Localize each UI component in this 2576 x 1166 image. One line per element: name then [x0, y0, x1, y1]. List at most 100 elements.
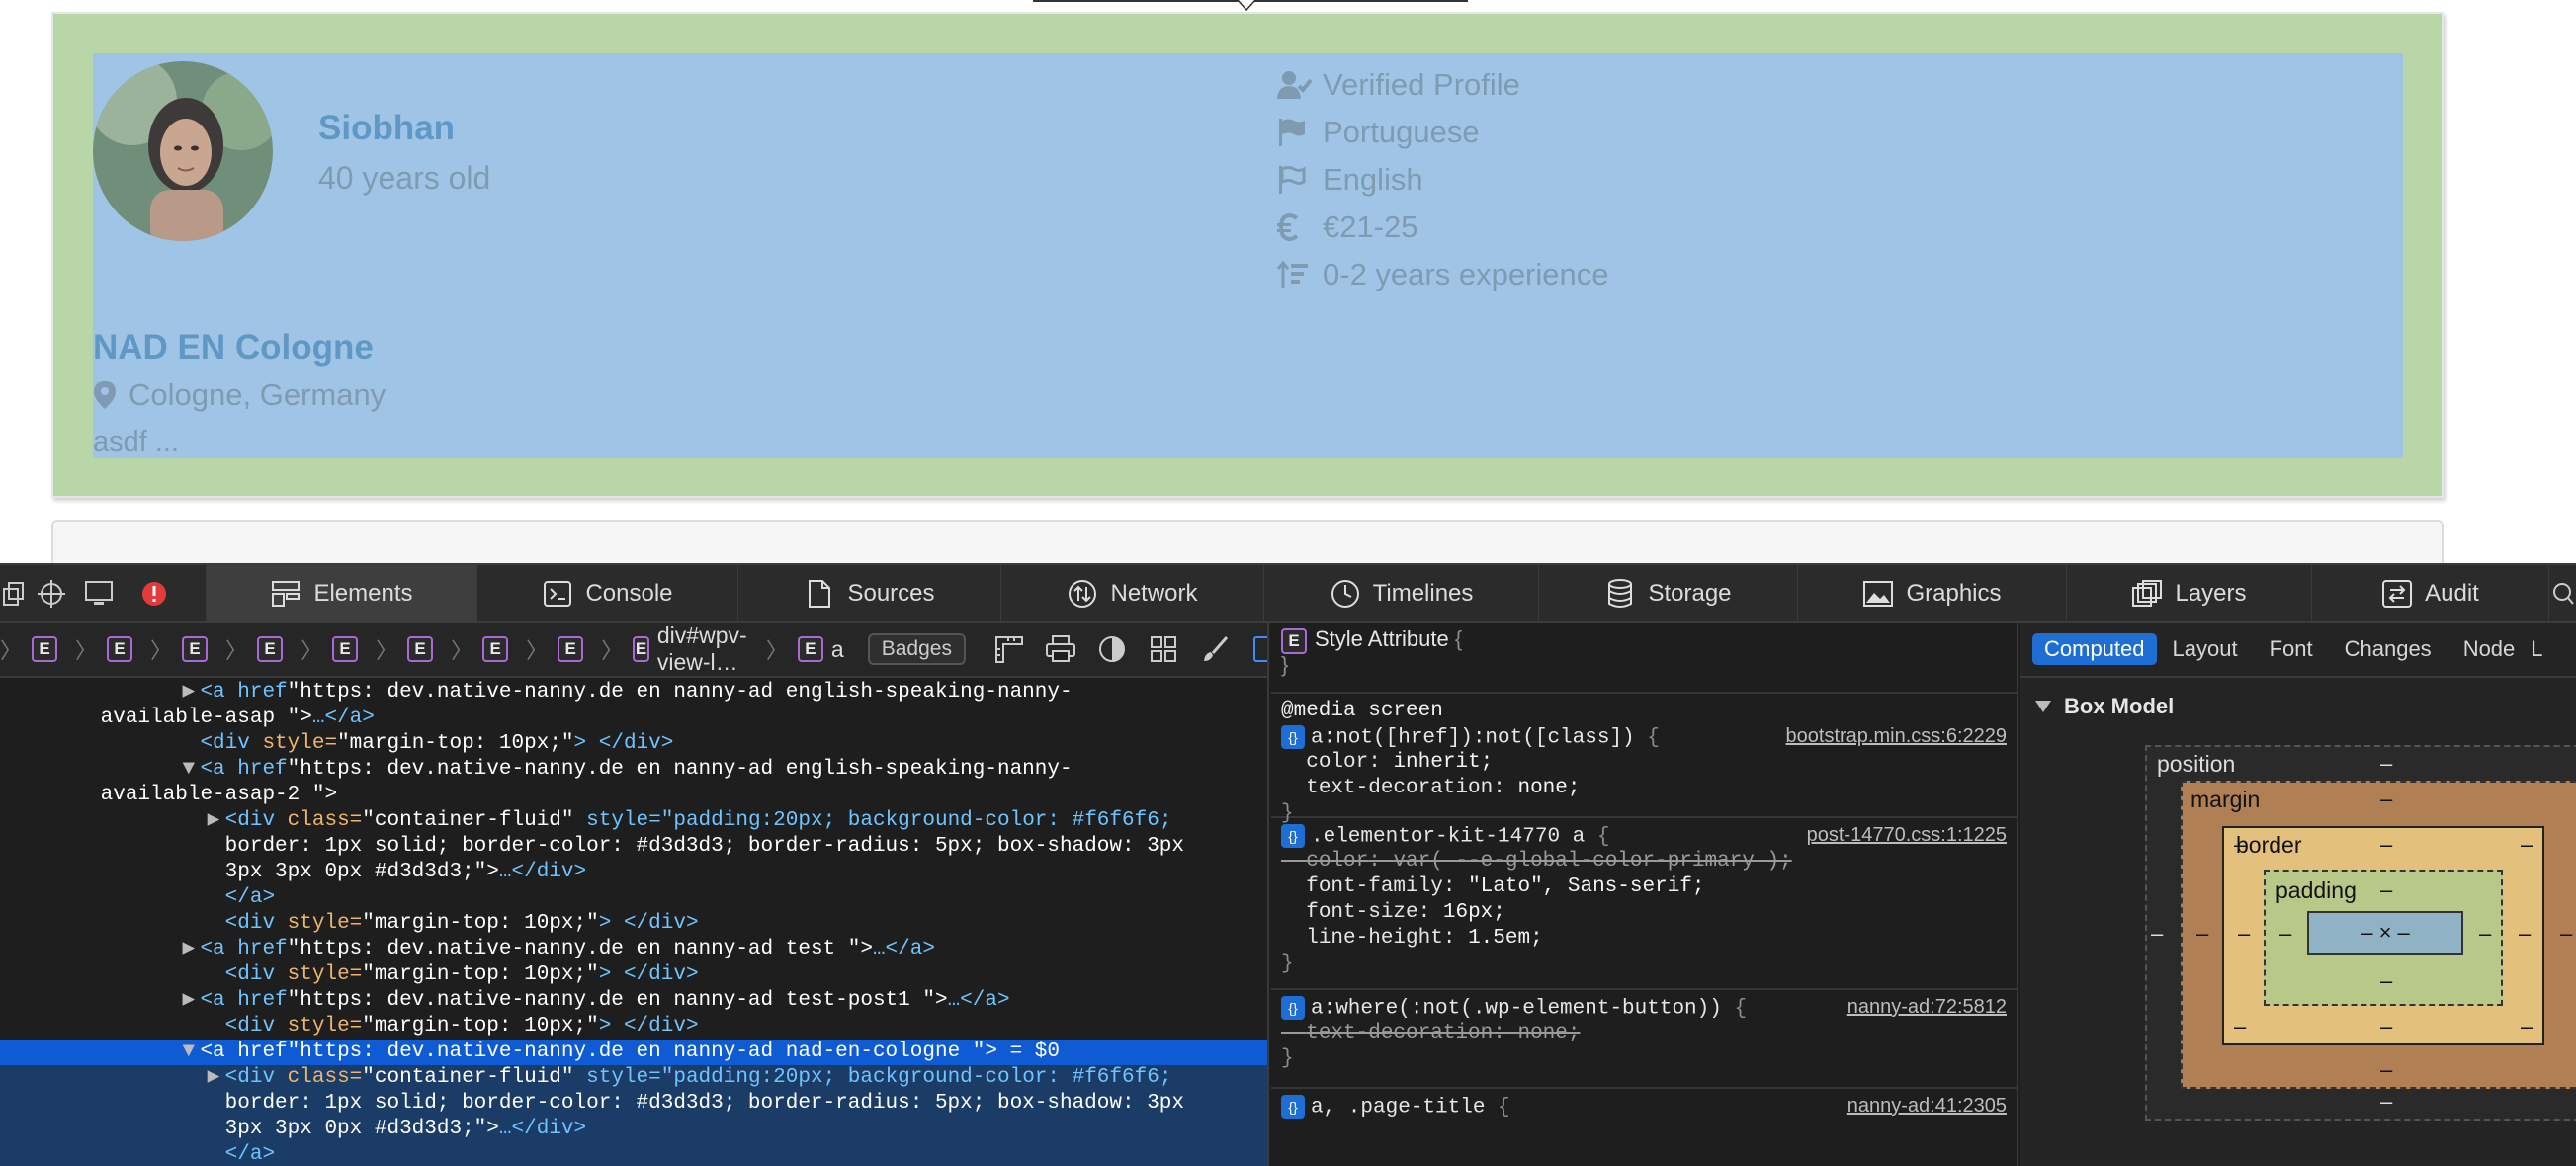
- dom-node-line[interactable]: border: 1px solid; border-color: #d3d3d3…: [0, 1091, 1267, 1117]
- search-icon[interactable]: [2548, 565, 2576, 623]
- disclosure-triangle-icon[interactable]: ▶: [182, 680, 200, 706]
- dom-val: "margin-top: 10px;": [362, 963, 599, 986]
- nanny-name[interactable]: Siobhan: [318, 109, 455, 148]
- tab-timelines[interactable]: Timelines: [1263, 565, 1538, 623]
- breadcrumb-item[interactable]: 〉 E: [301, 633, 366, 665]
- disclosure-triangle-icon[interactable]: ▶: [208, 808, 225, 834]
- tab-console[interactable]: Console: [476, 565, 737, 623]
- grid-overlay-icon[interactable]: [1138, 631, 1189, 667]
- breadcrumb-item[interactable]: 〉 E: [0, 633, 65, 665]
- breadcrumb-item[interactable]: 〉 E: [451, 633, 516, 665]
- dom-node-line[interactable]: ▼ <a href"https: dev.native-nanny.de en n…: [0, 757, 1267, 783]
- breadcrumb-item[interactable]: 〉 E: [150, 633, 215, 665]
- dom-tag: <div: [224, 1066, 288, 1089]
- rule-selector: a:not([href]):not([class]): [1311, 726, 1635, 750]
- breadcrumb-item[interactable]: 〉 E: [75, 633, 140, 665]
- dom-node-line[interactable]: <div style="margin-top: 10px;"> </div>: [0, 962, 1267, 988]
- verified-user-icon: [1277, 68, 1323, 102]
- rulers-icon[interactable]: [984, 631, 1035, 667]
- element-picker-icon[interactable]: [28, 577, 75, 611]
- breadcrumb-item[interactable]: 〉 E: [225, 633, 291, 665]
- fact-experience: 0-2 years experience: [1277, 251, 1609, 298]
- breadcrumb-item[interactable]: 〉 E: [376, 633, 441, 665]
- css-rule[interactable]: {} .elementor-kit-14770 a {post-14770.css…: [1271, 820, 2017, 990]
- disclosure-triangle-icon[interactable]: ▶: [208, 1065, 225, 1091]
- dom-node-line[interactable]: <div style="margin-top: 10px;"> </div>: [0, 731, 1267, 757]
- sources-tab-icon: [804, 579, 835, 609]
- subtab-computed[interactable]: Computed: [2032, 633, 2157, 665]
- paintbrush-icon[interactable]: [1189, 631, 1241, 667]
- dom-node-line[interactable]: <div style="margin-top: 10px;"> </div>: [0, 1014, 1267, 1040]
- subtab-layout[interactable]: Layout: [2157, 636, 2254, 662]
- disclosure-triangle-icon[interactable]: ▼: [182, 1040, 200, 1065]
- print-icon[interactable]: [1035, 631, 1086, 667]
- dom-node-line[interactable]: available-asap ">…</a>: [0, 706, 1267, 731]
- subtab-node[interactable]: Node: [2447, 636, 2532, 662]
- fact-label: English: [1323, 162, 1423, 197]
- css-rule[interactable]: {} a:where(:not(.wp-element-button)) {nan…: [1271, 992, 2017, 1089]
- box-content[interactable]: – × –: [2307, 911, 2463, 955]
- disclosure-triangle-icon[interactable]: ▶: [182, 988, 200, 1014]
- nanny-ad-card-highlight[interactable]: Siobhan 40 years old Verified Profile Po…: [51, 12, 2444, 498]
- appearance-icon[interactable]: [1086, 631, 1138, 667]
- inspector-toolbar: [0, 577, 178, 611]
- disclosure-triangle-icon[interactable]: ▼: [182, 757, 200, 783]
- dom-node-line[interactable]: ▶ <a href"https: dev.native-nanny.de en n…: [0, 988, 1267, 1014]
- tab-audit[interactable]: Audit: [2311, 565, 2548, 623]
- dom-node-line[interactable]: </a>: [0, 1142, 1267, 1166]
- error-icon[interactable]: [130, 577, 178, 611]
- style-attribute-rule[interactable]: E Style Attribute { }: [1271, 623, 2017, 694]
- dom-tail: > </div>: [598, 963, 699, 986]
- css-rule[interactable]: {} a, .page-title {nanny-ad:41:2305: [1271, 1091, 2017, 1166]
- dom-node-line[interactable]: ▶ <a href"https: dev.native-nanny.de en n…: [0, 680, 1267, 706]
- tab-network[interactable]: Network: [1000, 565, 1263, 623]
- dom-tag: <a href: [200, 681, 288, 704]
- fact-label: 0-2 years experience: [1323, 257, 1609, 292]
- rule-source-link[interactable]: nanny-ad:41:2305: [1847, 1095, 2007, 1118]
- dom-node-line[interactable]: <div style="margin-top: 10px;"> </div>: [0, 911, 1267, 937]
- tab-elements[interactable]: Elements: [206, 565, 476, 623]
- breadcrumb-selected[interactable]: 〉 Ea: [766, 633, 844, 665]
- rule-source-link[interactable]: bootstrap.min.css:6:2229: [1786, 725, 2007, 748]
- disclosure-triangle-icon[interactable]: ▶: [182, 937, 200, 962]
- dom-node-selected[interactable]: ▼ <a href"https: dev.native-nanny.de en n…: [0, 1040, 1267, 1065]
- breadcrumb-current[interactable]: 〉 Ediv#wpv-view-l…: [601, 623, 756, 676]
- css-rule[interactable]: @media screen {} a:not([href]):not([class…: [1271, 696, 2017, 825]
- dom-node-line[interactable]: border: 1px solid; border-color: #d3d3d3…: [0, 834, 1267, 860]
- subtab-changes[interactable]: Changes: [2329, 636, 2447, 662]
- tab-graphics[interactable]: Graphics: [1797, 565, 2066, 623]
- nanny-ad-card-content[interactable]: Siobhan 40 years old Verified Profile Po…: [93, 53, 2403, 458]
- css-rule-icon: {}: [1281, 824, 1305, 848]
- ad-title[interactable]: NAD EN Cologne: [93, 328, 374, 368]
- rule-source-link[interactable]: post-14770.css:1:1225: [1807, 824, 2007, 847]
- dock-icon[interactable]: [0, 577, 28, 611]
- tab-layers[interactable]: Layers: [2066, 565, 2311, 623]
- device-icon[interactable]: [75, 577, 123, 611]
- dom-node-line[interactable]: ▶ <div class="container-fluid" style="pad…: [0, 1065, 1267, 1091]
- dom-node-line[interactable]: ▶ <a href"https: dev.native-nanny.de en n…: [0, 937, 1267, 962]
- dom-val: border: 1px solid; border-color: #d3d3d3…: [224, 1092, 1184, 1115]
- breadcrumb-item[interactable]: 〉 E: [526, 633, 591, 665]
- tab-storage[interactable]: Storage: [1538, 565, 1797, 623]
- dom-node-line[interactable]: </a>: [0, 885, 1267, 911]
- dom-attr: class=: [287, 809, 363, 832]
- section-title: Box Model: [2064, 694, 2175, 718]
- dom-node-line[interactable]: ▶ <div class="container-fluid" style="pad…: [0, 808, 1267, 834]
- sidebar-toggle-icon[interactable]: [1241, 631, 1267, 667]
- dom-tag: <div: [224, 912, 288, 935]
- next-nanny-ad-card[interactable]: [51, 520, 2444, 563]
- console-tab-icon: [542, 579, 573, 609]
- rule-source-link[interactable]: nanny-ad:72:5812: [1847, 996, 2007, 1019]
- dom-tail: …</a>: [947, 989, 1010, 1012]
- subtab-font[interactable]: Font: [2254, 636, 2329, 662]
- subtab-more[interactable]: L: [2531, 636, 2542, 662]
- badges-button[interactable]: Badges: [867, 633, 966, 665]
- dom-node-line[interactable]: 3px 3px 0px #d3d3d3;">…</div>: [0, 860, 1267, 885]
- tab-sources[interactable]: Sources: [737, 565, 1000, 623]
- dom-attr: style=: [287, 912, 363, 935]
- dom-tail: …</a>: [311, 707, 375, 729]
- avatar: [93, 61, 273, 241]
- dom-node-line[interactable]: 3px 3px 0px #d3d3d3;">…</div>: [0, 1117, 1267, 1142]
- dom-node-line[interactable]: available-asap-2 ">: [0, 783, 1267, 808]
- box-model-section-header[interactable]: Box Model: [2034, 694, 2174, 719]
